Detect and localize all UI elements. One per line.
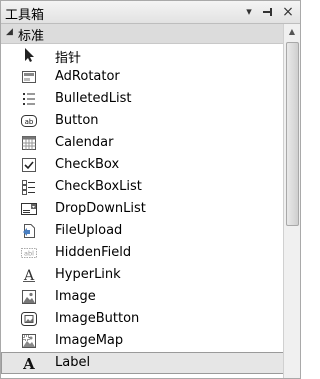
pointer-icon bbox=[21, 47, 37, 63]
calendar-icon bbox=[21, 135, 37, 151]
group-header-standard[interactable]: ◢ 标准 bbox=[1, 24, 284, 44]
toolbox-item-bulletedlist[interactable]: BulletedList bbox=[1, 88, 284, 110]
toolbox-item-label: CheckBox bbox=[55, 157, 120, 172]
toolbox-item-dropdownlist[interactable]: DropDownList bbox=[1, 198, 284, 220]
image-map-icon bbox=[21, 333, 37, 349]
hidden-field-icon: abl bbox=[21, 245, 37, 261]
group-expanded-icon[interactable]: ◢ bbox=[6, 27, 13, 37]
toolbox-item-hiddenfield[interactable]: abl HiddenField bbox=[1, 242, 284, 264]
toolbox-item-checkbox[interactable]: CheckBox bbox=[1, 154, 284, 176]
toolbox-item-button[interactable]: ab Button bbox=[1, 110, 284, 132]
toolbox-item-label: Calendar bbox=[55, 135, 114, 150]
hyperlink-icon: A bbox=[21, 267, 37, 284]
scroll-up-icon[interactable]: ▲ bbox=[284, 24, 300, 40]
toolbox-item-hyperlink[interactable]: A HyperLink bbox=[1, 264, 284, 286]
group-label: 标准 bbox=[18, 29, 45, 44]
pin-icon[interactable] bbox=[260, 4, 276, 20]
label-icon: A bbox=[21, 355, 37, 373]
toolbox-item-label: FileUpload bbox=[55, 223, 123, 238]
toolbox-title: 工具箱 bbox=[5, 8, 45, 23]
svg-text:A: A bbox=[23, 268, 35, 283]
toolbox-item-pointer[interactable]: 指针 bbox=[1, 44, 284, 66]
toolbox-item-list: 指针 AdRotator BulletedList ab Button Cale… bbox=[1, 44, 284, 374]
toolbox-titlebar: 工具箱 ▾ × bbox=[1, 1, 300, 24]
toolbox-item-imagebutton[interactable]: ImageButton bbox=[1, 308, 284, 330]
toolbox-item-label: DropDownList bbox=[55, 201, 146, 216]
image-icon bbox=[21, 289, 37, 305]
checkbox-list-icon bbox=[21, 179, 37, 195]
toolbox-item-label: Image bbox=[55, 289, 96, 304]
adrotator-icon bbox=[21, 69, 37, 85]
svg-text:abl: abl bbox=[24, 250, 34, 258]
svg-text:A: A bbox=[22, 355, 35, 371]
toolbox-item-label: HiddenField bbox=[55, 245, 132, 260]
dropdown-menu-icon[interactable]: ▾ bbox=[241, 4, 257, 20]
toolbox-item-label: ImageMap bbox=[55, 333, 124, 348]
toolbox-item-fileupload[interactable]: FileUpload bbox=[1, 220, 284, 242]
svg-text:ab: ab bbox=[25, 118, 34, 126]
toolbox-item-label: Button bbox=[55, 113, 99, 128]
image-button-icon bbox=[21, 311, 37, 327]
toolbox-item-checkboxlist[interactable]: CheckBoxList bbox=[1, 176, 284, 198]
file-upload-icon bbox=[21, 223, 37, 239]
toolbox-item-label: HyperLink bbox=[55, 267, 121, 282]
toolbox-item-image[interactable]: Image bbox=[1, 286, 284, 308]
toolbox-item-label: BulletedList bbox=[55, 91, 132, 106]
toolbox-item-calendar[interactable]: Calendar bbox=[1, 132, 284, 154]
toolbox-item-label: 指针 bbox=[55, 51, 82, 66]
toolbox-item-adrotator[interactable]: AdRotator bbox=[1, 66, 284, 88]
close-icon[interactable]: × bbox=[280, 4, 296, 20]
bulleted-list-icon bbox=[21, 91, 37, 107]
scrollbar-thumb[interactable] bbox=[286, 42, 299, 226]
toolbox-item-label: CheckBoxList bbox=[55, 179, 142, 194]
toolbox-item-imagemap[interactable]: ImageMap bbox=[1, 330, 284, 352]
checkbox-icon bbox=[21, 157, 37, 173]
toolbox-item-label: Label bbox=[55, 355, 91, 370]
dropdown-list-icon bbox=[21, 201, 37, 217]
toolbox-item-label: AdRotator bbox=[55, 69, 120, 84]
toolbox-item-label-control[interactable]: A Label bbox=[1, 352, 284, 374]
vertical-scrollbar[interactable]: ▲ bbox=[283, 24, 300, 378]
toolbox-panel: 工具箱 ▾ × ◢ 标准 指针 AdRotator BulletedList a… bbox=[0, 0, 301, 379]
toolbox-item-label: ImageButton bbox=[55, 311, 140, 326]
button-icon: ab bbox=[21, 113, 37, 129]
